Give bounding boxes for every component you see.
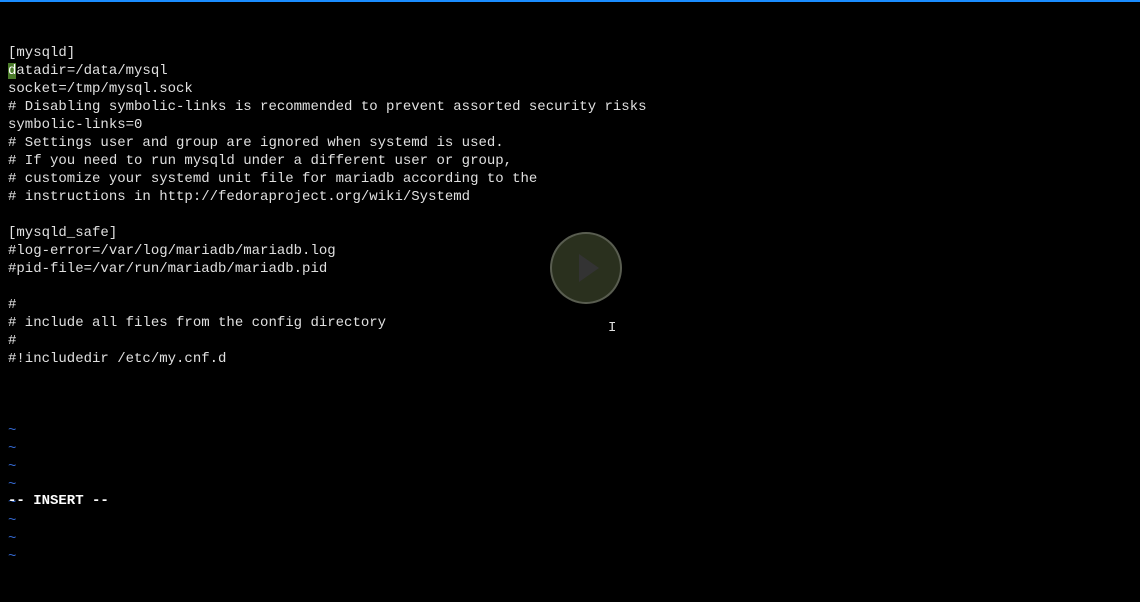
empty-line-tilde: ~	[8, 494, 1132, 512]
empty-line-tilde: ~	[8, 530, 1132, 548]
file-content-area[interactable]: [mysqld]datadir=/data/mysqlsocket=/tmp/m…	[8, 44, 1132, 368]
empty-lines-area: ~~~~~~~~	[8, 404, 1132, 566]
file-line[interactable]: #	[8, 332, 1132, 350]
file-line[interactable]: # Disabling symbolic-links is recommende…	[8, 98, 1132, 116]
file-line[interactable]: #!includedir /etc/my.cnf.d	[8, 350, 1132, 368]
file-line[interactable]: socket=/tmp/mysql.sock	[8, 80, 1132, 98]
file-line[interactable]: datadir=/data/mysql	[8, 62, 1132, 80]
empty-line-tilde: ~	[8, 458, 1132, 476]
empty-line-tilde: ~	[8, 512, 1132, 530]
file-line[interactable]: # Settings user and group are ignored wh…	[8, 134, 1132, 152]
empty-line-tilde: ~	[8, 440, 1132, 458]
play-icon	[579, 254, 599, 282]
empty-line-tilde: ~	[8, 422, 1132, 440]
empty-line-tilde: ~	[8, 548, 1132, 566]
file-line[interactable]: [mysqld]	[8, 44, 1132, 62]
file-line[interactable]	[8, 206, 1132, 224]
empty-line-tilde: ~	[8, 476, 1132, 494]
text-cursor-caret: I	[608, 320, 609, 338]
file-line[interactable]: symbolic-links=0	[8, 116, 1132, 134]
editor-mode-status: -- INSERT --	[8, 492, 109, 510]
file-line[interactable]: # instructions in http://fedoraproject.o…	[8, 188, 1132, 206]
file-line[interactable]: # If you need to run mysqld under a diff…	[8, 152, 1132, 170]
file-line[interactable]: # customize your systemd unit file for m…	[8, 170, 1132, 188]
file-line[interactable]: # include all files from the config dire…	[8, 314, 1132, 332]
play-button[interactable]	[550, 232, 622, 304]
